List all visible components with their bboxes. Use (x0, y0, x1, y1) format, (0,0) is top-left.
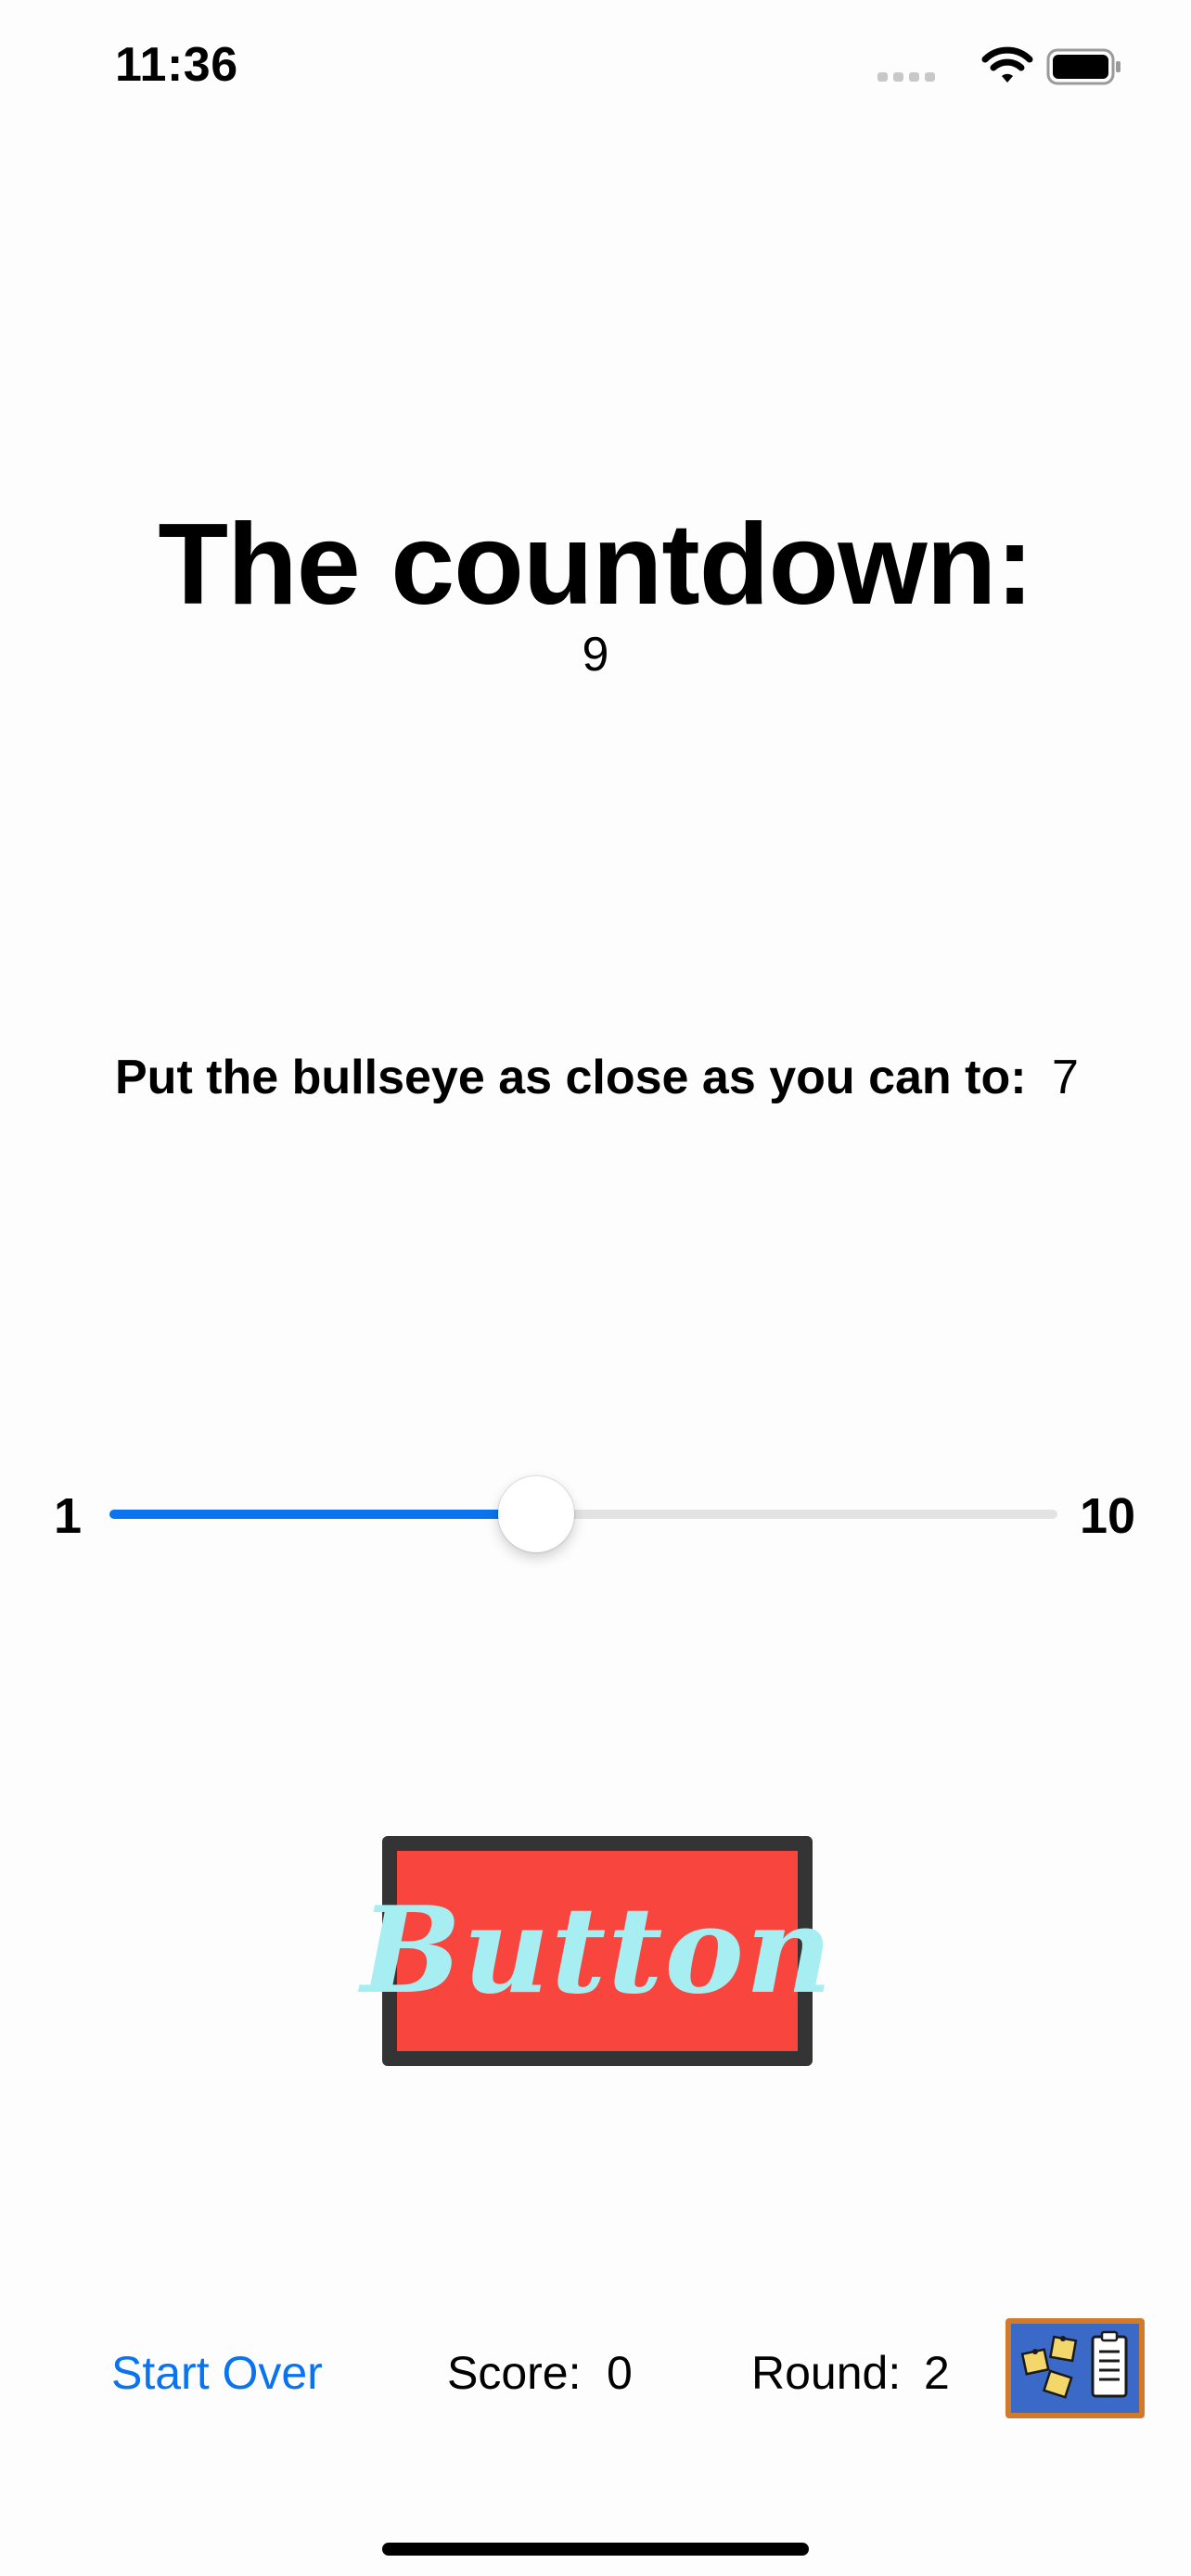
home-indicator (382, 2543, 809, 2556)
countdown-title: The countdown: (158, 501, 1033, 629)
status-time: 11:36 (115, 38, 238, 92)
start-over-button[interactable]: Start Over (111, 2346, 323, 2400)
target-label: Put the bullseye as close as you can to: (115, 1051, 1027, 1104)
slider-track[interactable] (109, 1510, 1057, 1519)
round-label: Round: (751, 2347, 902, 2399)
target-row: Put the bullseye as close as you can to:… (115, 1050, 1079, 1105)
countdown-value: 9 (582, 628, 609, 682)
cellular-signal-icon (877, 72, 935, 82)
slider-min-label: 1 (54, 1488, 83, 1544)
hit-button-label: Button (361, 1881, 834, 2021)
corkboard-info-icon (1020, 2330, 1128, 2399)
score-label: Score: (447, 2347, 582, 2399)
wifi-icon (981, 46, 1033, 83)
game-screen: 11:36 The countdown: 9 Put the bullseye … (0, 0, 1191, 2576)
slider-thumb[interactable] (497, 1476, 574, 1552)
slider-max-label: 10 (1080, 1488, 1136, 1544)
battery-icon (1046, 48, 1121, 85)
hit-me-button[interactable]: Button (361, 1836, 832, 2066)
info-button[interactable] (1005, 2318, 1145, 2418)
score-value: 0 (607, 2347, 633, 2399)
round-value: 2 (924, 2347, 950, 2399)
slider-fill (109, 1510, 536, 1519)
target-value: 7 (1052, 1051, 1079, 1104)
